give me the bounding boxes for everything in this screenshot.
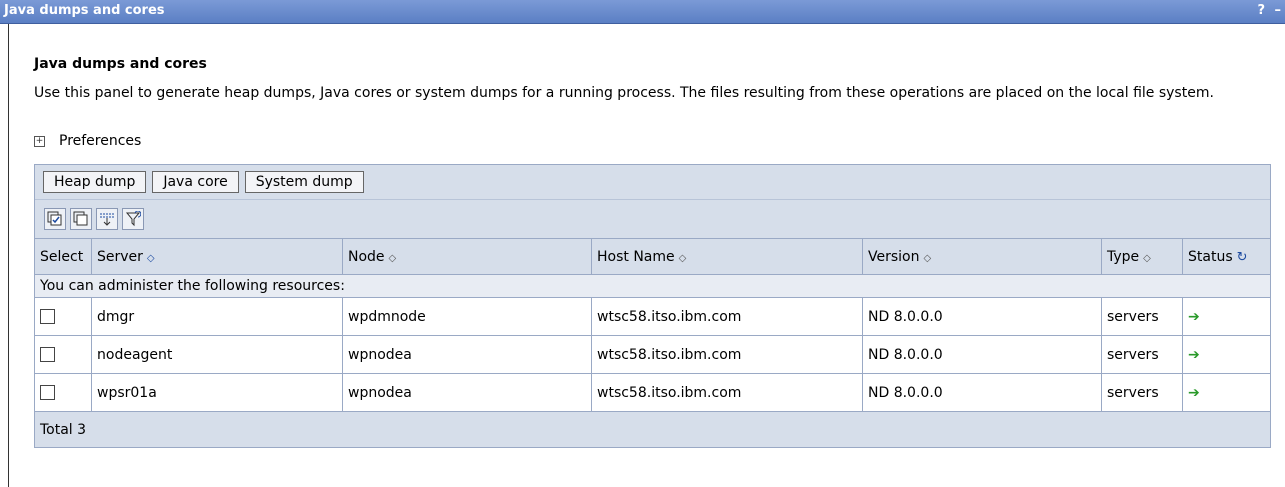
col-node-label[interactable]: Node [348,249,385,265]
type-cell: servers [1101,335,1183,374]
table-row: wpsr01a wpnodea wtsc58.itso.ibm.com ND 8… [35,373,1270,412]
section-label-row: You can administer the following resourc… [35,274,1270,298]
table-row: dmgr wpdmnode wtsc58.itso.ibm.com ND 8.0… [35,297,1270,336]
sort-icon[interactable]: ◇ [147,253,155,264]
row-select-cell [35,297,92,336]
clear-filter-icon[interactable] [122,208,144,230]
node-cell: wpnodea [342,373,592,412]
status-cell: ➔ [1182,373,1270,412]
status-cell: ➔ [1182,297,1270,336]
select-all-icon[interactable] [44,208,66,230]
server-cell: wpsr01a [91,373,343,412]
sort-icon[interactable]: ◇ [1143,253,1151,264]
host-cell: wtsc58.itso.ibm.com [591,335,863,374]
started-status-icon: ➔ [1188,308,1200,325]
window-title: Java dumps and cores [4,3,165,18]
collection-panel: Heap dump Java core System dump Select S… [34,164,1271,448]
host-cell: wtsc58.itso.ibm.com [591,297,863,336]
col-host-label[interactable]: Host Name [597,249,675,265]
window-title-bar: Java dumps and cores ? – [0,0,1285,24]
started-status-icon: ➔ [1188,346,1200,363]
col-type-label[interactable]: Type [1107,249,1139,265]
status-cell: ➔ [1182,335,1270,374]
col-status-label: Status [1188,248,1233,265]
sort-icon[interactable]: ◇ [923,253,931,264]
minimize-icon[interactable]: – [1275,3,1282,18]
version-cell: ND 8.0.0.0 [862,373,1102,412]
node-cell: wpdmnode [342,297,592,336]
section-label: You can administer the following resourc… [35,274,1270,298]
col-status[interactable]: Status ↻ [1182,239,1270,275]
row-select-cell [35,335,92,374]
sort-icon[interactable]: ◇ [679,253,687,264]
action-button-bar: Heap dump Java core System dump [35,165,1270,200]
table-icon-bar [35,200,1270,239]
type-cell: servers [1101,373,1183,412]
show-filter-icon[interactable] [96,208,118,230]
table-header-row: Select Server ◇ Node ◇ Host Name ◇ Version ◇… [35,239,1270,275]
node-cell: wpnodea [342,335,592,374]
version-cell: ND 8.0.0.0 [862,297,1102,336]
col-host[interactable]: Host Name ◇ [591,239,863,275]
col-type[interactable]: Type ◇ [1101,239,1183,275]
java-core-button[interactable]: Java core [152,171,239,193]
expand-icon[interactable]: + [34,135,45,147]
left-border [8,24,9,487]
col-version-label[interactable]: Version [868,249,919,265]
sort-icon[interactable]: ◇ [389,253,397,264]
preferences-toggle[interactable]: + Preferences [34,133,141,149]
total-row: Total 3 [35,411,1270,447]
host-cell: wtsc58.itso.ibm.com [591,373,863,412]
col-select: Select [35,239,92,275]
page-title: Java dumps and cores [34,56,207,72]
system-dump-button[interactable]: System dump [244,171,364,193]
table-row: nodeagent wpnodea wtsc58.itso.ibm.com ND… [35,335,1270,374]
refresh-icon[interactable]: ↻ [1237,250,1248,265]
help-icon[interactable]: ? [1257,3,1265,18]
col-server-label[interactable]: Server [97,249,143,265]
col-version[interactable]: Version ◇ [862,239,1102,275]
total-count: Total 3 [35,411,1270,447]
server-cell: dmgr [91,297,343,336]
heap-dump-button[interactable]: Heap dump [43,171,147,193]
server-cell: nodeagent [91,335,343,374]
type-cell: servers [1101,297,1183,336]
deselect-all-icon[interactable] [70,208,92,230]
preferences-label[interactable]: Preferences [59,133,141,149]
col-node[interactable]: Node ◇ [342,239,592,275]
row-checkbox[interactable] [40,309,55,324]
page-description: Use this panel to generate heap dumps, J… [34,85,1214,101]
started-status-icon: ➔ [1188,384,1200,401]
row-select-cell [35,373,92,412]
servers-table: Select Server ◇ Node ◇ Host Name ◇ Version ◇… [35,239,1270,447]
row-checkbox[interactable] [40,385,55,400]
row-checkbox[interactable] [40,347,55,362]
col-server[interactable]: Server ◇ [91,239,343,275]
version-cell: ND 8.0.0.0 [862,335,1102,374]
